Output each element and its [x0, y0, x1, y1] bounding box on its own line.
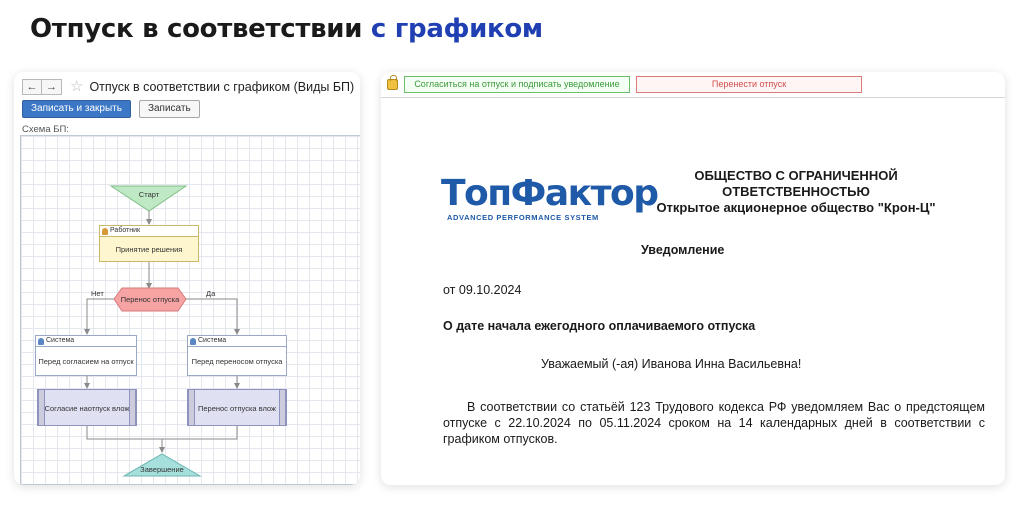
system-lane-left[interactable]: Система Перед согласием на отпуск [35, 335, 137, 376]
star-icon[interactable]: ☆ [70, 79, 83, 95]
back-arrow-icon[interactable]: ← [22, 79, 42, 95]
system-lane-left-header: Система [36, 336, 136, 347]
document-greeting: Уважаемый (-ая) Иванова Инна Васильевна! [541, 357, 802, 371]
organization-block: ОБЩЕСТВО С ОГРАНИЧЕННОЙ ОТВЕТСТВЕННОСТЬЮ… [616, 168, 976, 216]
worker-lane-label: Работник [110, 227, 141, 234]
worker-task: Принятие решения [115, 245, 183, 254]
worker-lane-header: Работник [100, 226, 198, 237]
process-left-label: Согласие наотпуск влож [44, 404, 130, 413]
window-titlebar: ← → ☆ Отпуск в соответствии с графиком (… [14, 72, 360, 102]
document-title: Уведомление [641, 243, 725, 257]
process-right-label: Перенос отпуска влож [197, 404, 277, 413]
system-lane-left-label: Система [46, 337, 75, 344]
system-lane-right-header: Система [188, 336, 286, 347]
system-lane-right-label: Система [198, 337, 227, 344]
decision-label: Перенос отпуска [120, 295, 180, 304]
page-headline: Отпуск в соответствии с графиком [30, 14, 543, 44]
process-schema-canvas[interactable]: Старт Работник Принятие решения Перенос … [20, 135, 360, 485]
agree-and-sign-button[interactable]: Согласиться на отпуск и подписать уведом… [404, 76, 630, 93]
person-icon [38, 338, 44, 345]
notification-document: Согласиться на отпуск и подписать уведом… [381, 72, 1005, 485]
document-body: В соответствии со статьёй 123 Трудового … [443, 400, 985, 446]
document-date: от 09.10.2024 [443, 283, 522, 297]
start-label: Старт [138, 190, 160, 199]
forward-arrow-icon[interactable]: → [42, 79, 62, 95]
document-toolbar: Согласиться на отпуск и подписать уведом… [387, 75, 862, 93]
person-icon [102, 228, 108, 235]
lock-icon [387, 75, 398, 90]
window-toolbar: Записать и закрыть Записать [22, 100, 200, 118]
process-window: ← → ☆ Отпуск в соответствии с графиком (… [14, 72, 360, 485]
document-subject: О дате начала ежегодного оплачиваемого о… [443, 319, 756, 333]
org-line-1: ОБЩЕСТВО С ОГРАНИЧЕННОЙ [694, 168, 898, 183]
person-icon [190, 338, 196, 345]
save-and-close-button[interactable]: Записать и закрыть [22, 100, 131, 118]
connector-no [84, 298, 114, 335]
end-label: Завершение [140, 465, 184, 474]
system-lane-right[interactable]: Система Перед переносом отпуска [187, 335, 287, 376]
toolbar-divider [381, 97, 1005, 98]
yes-label: Да [206, 289, 216, 298]
no-label: Нет [91, 289, 104, 298]
move-vacation-button[interactable]: Перенести отпуск [636, 76, 862, 93]
worker-lane[interactable]: Работник Принятие решения [99, 225, 199, 262]
connector-merge [86, 426, 238, 440]
connector-yes [186, 298, 240, 335]
flow-connectors [84, 185, 240, 477]
system-left-task: Перед согласием на отпуск [38, 357, 134, 366]
headline-accent: с графиком [370, 14, 543, 44]
schema-label: Схема БП: [22, 124, 69, 135]
headline-text: Отпуск в соответствии [30, 14, 371, 44]
system-right-task: Перед переносом отпуска [191, 357, 283, 366]
org-line-2: ОТВЕТСТВЕННОСТЬЮ [722, 184, 870, 199]
org-line-3: Открытое акционерное общество "Крон-Ц" [656, 200, 936, 215]
window-title: Отпуск в соответствии с графиком (Виды Б… [89, 80, 355, 94]
save-button[interactable]: Записать [138, 100, 200, 118]
process-left[interactable]: Согласие наотпуск влож [37, 389, 137, 426]
process-right[interactable]: Перенос отпуска влож [187, 389, 287, 426]
